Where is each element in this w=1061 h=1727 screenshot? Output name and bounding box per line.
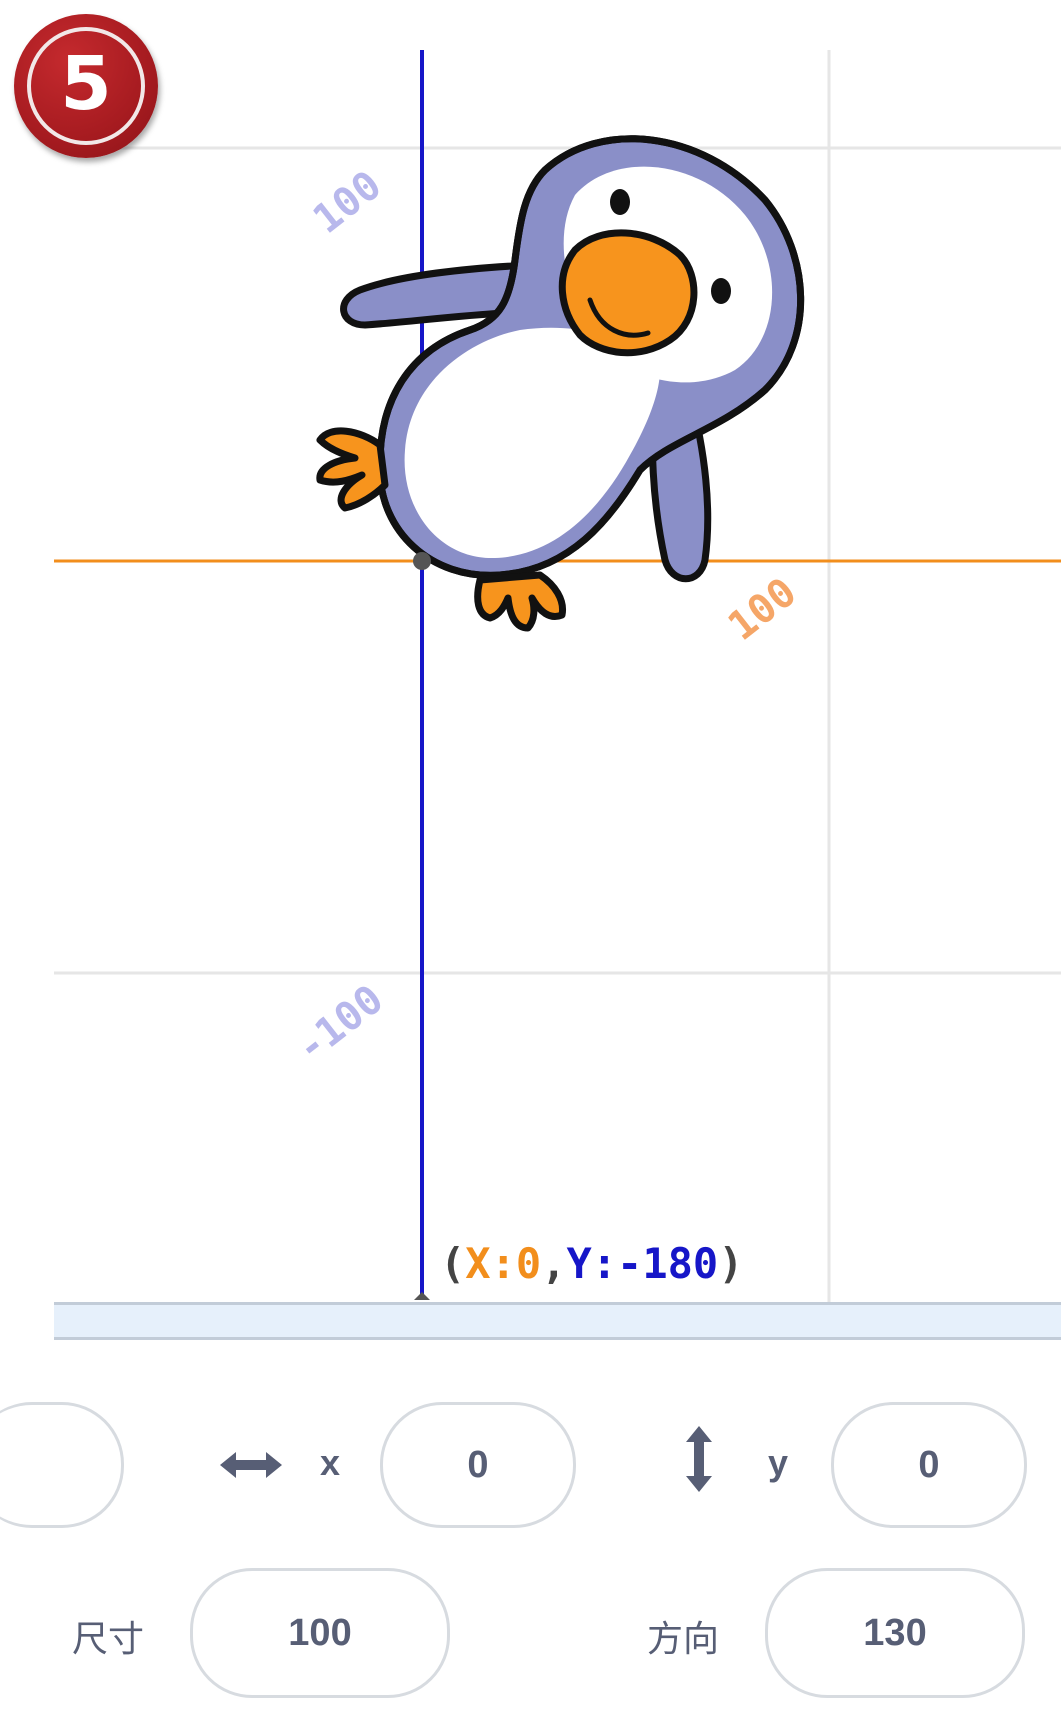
penguin-eye-right <box>711 278 731 304</box>
penguin-sprite[interactable] <box>316 135 805 632</box>
sprite-name-field[interactable] <box>0 1402 124 1528</box>
direction-label: 方向 <box>647 1619 720 1660</box>
direction-input[interactable]: 130 <box>765 1568 1025 1698</box>
horizontal-arrows-icon <box>220 1452 282 1478</box>
stage-canvas[interactable]: 100 100 -100 (X:0,Y:-180) <box>0 0 1061 1330</box>
penguin-eye-left <box>610 189 630 215</box>
step-number-badge: 5 <box>14 14 158 158</box>
y-label: y <box>768 1442 789 1483</box>
readout-x-label: X: <box>465 1239 516 1288</box>
readout-x-value: 0 <box>516 1239 541 1288</box>
y-axis-label-100: 100 <box>305 162 390 243</box>
y-axis-label-neg100: -100 <box>288 976 392 1072</box>
penguin-right-foot <box>474 571 567 632</box>
readout-separator: , <box>541 1239 566 1288</box>
x-axis-label-100: 100 <box>720 569 805 650</box>
size-label: 尺寸 <box>72 1619 145 1660</box>
sprite-center-dot <box>413 552 431 570</box>
stage-bottom-bar <box>54 1302 1061 1340</box>
x-label: x <box>320 1442 341 1483</box>
readout-open-paren: ( <box>440 1239 465 1288</box>
coordinate-readout: (X:0,Y:-180) <box>440 1239 744 1288</box>
penguin-left-foot <box>316 427 389 512</box>
readout-close-paren: ) <box>718 1239 743 1288</box>
size-input[interactable]: 100 <box>190 1568 450 1698</box>
readout-y-label: Y: <box>566 1239 617 1288</box>
stage-bottom-marker <box>414 1292 430 1300</box>
readout-y-value: -180 <box>617 1239 718 1288</box>
x-input[interactable]: 0 <box>380 1402 576 1528</box>
y-input[interactable]: 0 <box>831 1402 1027 1528</box>
badge-number: 5 <box>60 41 112 127</box>
vertical-arrows-icon <box>686 1426 712 1492</box>
